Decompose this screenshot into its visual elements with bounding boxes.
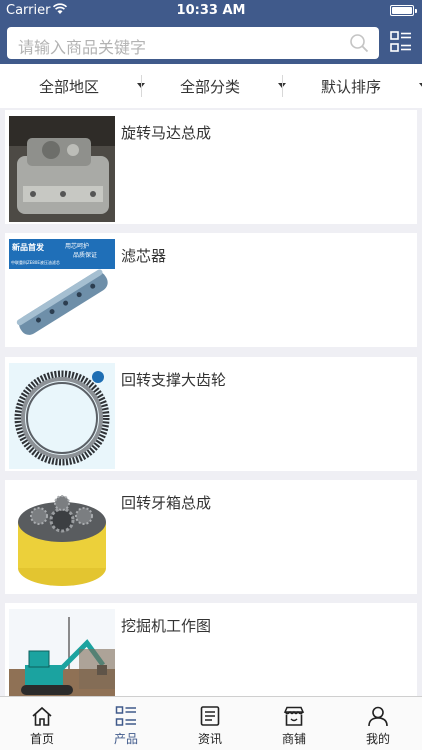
tab-products[interactable]: 产品 <box>84 697 168 750</box>
tab-mine-label: 我的 <box>365 732 390 746</box>
filter-sort[interactable]: 默认排序 <box>296 64 422 108</box>
divider <box>141 75 142 97</box>
list-icon <box>115 706 136 726</box>
filter-region-label: 全部地区 <box>38 78 99 96</box>
product-image-filter[interactable]: 新品首发 用芯呵护 品质保证 中联重科ZE80E液压油滤芯 <box>9 239 115 345</box>
product-image-slewing-ring[interactable] <box>9 363 115 469</box>
tab-home[interactable]: 首页 <box>0 697 84 750</box>
home-icon <box>32 706 52 726</box>
category-menu-icon[interactable] <box>390 30 412 54</box>
search-icon[interactable] <box>349 33 369 53</box>
filter-bar: 全部地区 全部分类 默认排序 <box>0 64 422 108</box>
product-name[interactable]: 回转牙箱总成 <box>121 492 211 513</box>
tab-mine[interactable]: 我的 <box>336 697 420 750</box>
tab-bar: 首页 产品 资讯 商铺 我的 <box>0 696 422 750</box>
battery-icon <box>390 5 417 16</box>
image-text: 新品首发 <box>12 242 45 252</box>
product-card[interactable]: 挖掘机工作图 <box>5 603 417 696</box>
search-placeholder: 请输入商品关键字 <box>18 38 147 57</box>
product-card[interactable]: 旋转马达总成 <box>5 110 417 224</box>
filter-region[interactable]: 全部地区 <box>14 64 154 108</box>
user-icon <box>368 706 388 727</box>
filter-category[interactable]: 全部分类 <box>155 64 295 108</box>
image-text: 品质保证 <box>73 251 97 259</box>
image-text: 用芯呵护 <box>65 242 89 250</box>
product-image-swing-motor[interactable] <box>9 116 115 222</box>
divider <box>282 75 283 97</box>
image-text: 中联重科ZE80E液压油滤芯 <box>11 259 60 265</box>
tab-shop-label: 商铺 <box>281 732 306 746</box>
status-bar: Carrier 10:33 AM <box>0 0 422 22</box>
tab-news[interactable]: 资讯 <box>168 697 252 750</box>
product-image-gearbox[interactable] <box>9 486 115 592</box>
clock: 10:33 AM <box>176 3 246 18</box>
filter-category-label: 全部分类 <box>179 78 240 96</box>
tab-shop[interactable]: 商铺 <box>252 697 336 750</box>
search-input[interactable]: 请输入商品关键字 <box>7 27 379 59</box>
tab-news-label: 资讯 <box>197 732 222 746</box>
product-card[interactable]: 回转支撑大齿轮 <box>5 357 417 471</box>
search-header: 请输入商品关键字 <box>0 22 422 64</box>
product-list[interactable]: 旋转马达总成 新品首发 用芯呵护 品质保证 中联重科ZE80E液压油滤芯 滤芯器 <box>0 110 422 696</box>
shop-icon <box>283 706 305 726</box>
product-name[interactable]: 滤芯器 <box>121 245 166 266</box>
filter-sort-label: 默认排序 <box>320 78 381 96</box>
tab-products-label: 产品 <box>113 732 138 746</box>
news-icon <box>200 706 220 726</box>
product-name[interactable]: 回转支撑大齿轮 <box>121 369 226 390</box>
product-card[interactable]: 回转牙箱总成 <box>5 480 417 594</box>
product-name[interactable]: 旋转马达总成 <box>121 122 211 143</box>
product-image-excavator[interactable] <box>9 609 115 696</box>
tab-home-label: 首页 <box>29 732 54 746</box>
product-name[interactable]: 挖掘机工作图 <box>121 615 211 636</box>
product-card[interactable]: 新品首发 用芯呵护 品质保证 中联重科ZE80E液压油滤芯 滤芯器 <box>5 233 417 347</box>
